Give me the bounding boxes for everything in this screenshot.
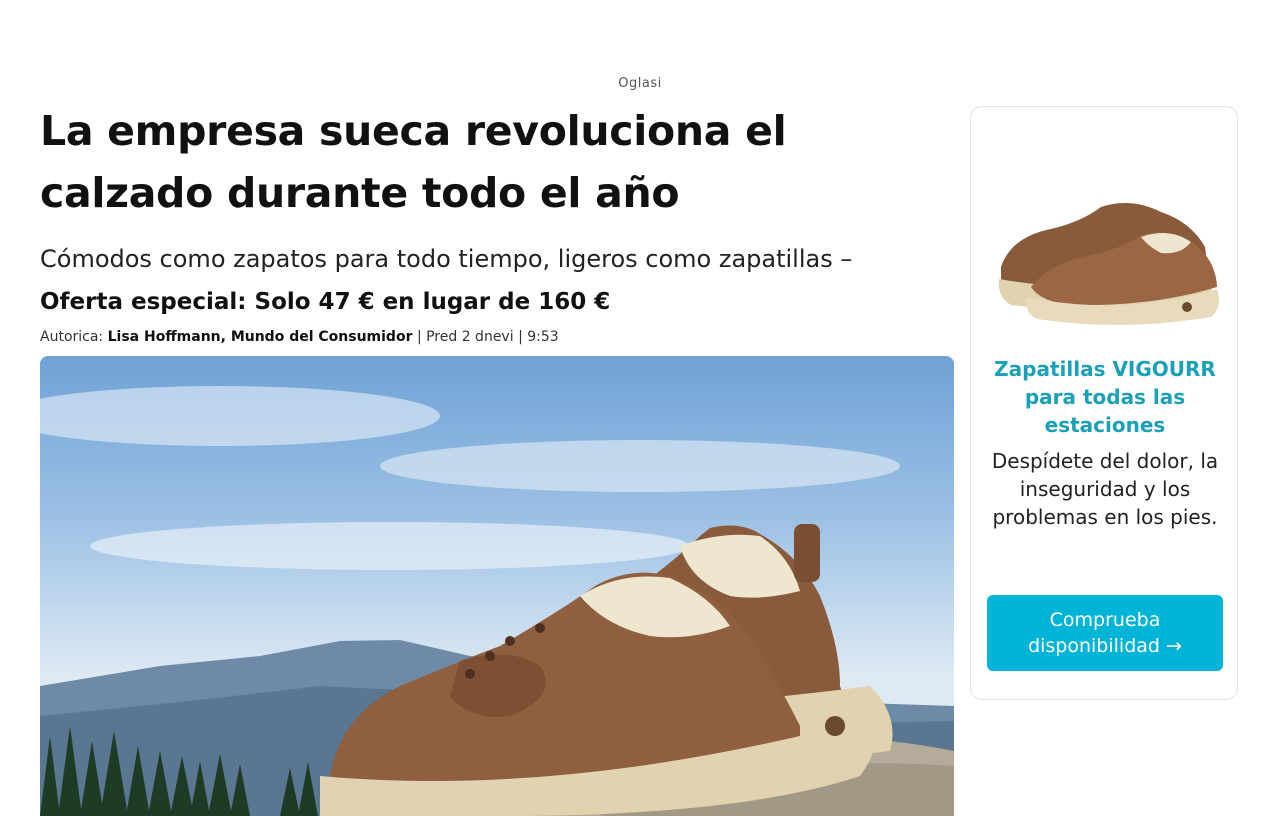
byline: Autorica: Lisa Hoffmann, Mundo del Consu… — [40, 329, 954, 345]
ad-label: Oglasi — [618, 76, 662, 91]
check-availability-button[interactable]: Comprueba disponibilidad → — [987, 595, 1223, 671]
sidebar-product-title: Zapatillas VIGOURR para todas las estaci… — [994, 357, 1216, 437]
page-title: La empresa sueca revoluciona el calzado … — [40, 107, 787, 217]
hero-image — [40, 356, 954, 816]
product-thumbnail[interactable] — [991, 167, 1219, 327]
byline-time: | 9:53 — [518, 329, 559, 345]
product-sidebar-ad: Zapatillas VIGOURR para todas las estaci… — [970, 106, 1238, 700]
shoe-photo-illustration — [40, 386, 954, 816]
byline-authors[interactable]: Lisa Hoffmann, Mundo del Consumidor — [108, 329, 413, 345]
byline-prefix: Autorica: — [40, 329, 104, 345]
sidebar-product-description: Despídete del dolor, la inseguridad y lo… — [991, 449, 1219, 529]
article-header: La empresa sueca revoluciona el calzado … — [40, 100, 954, 345]
article-subtitle: Cómodos como zapatos para todo tiempo, l… — [40, 245, 853, 273]
byline-date: | Pred 2 dnevi — [416, 329, 514, 345]
offer-text: Oferta especial: Solo 47 € en lugar de 1… — [40, 289, 611, 315]
